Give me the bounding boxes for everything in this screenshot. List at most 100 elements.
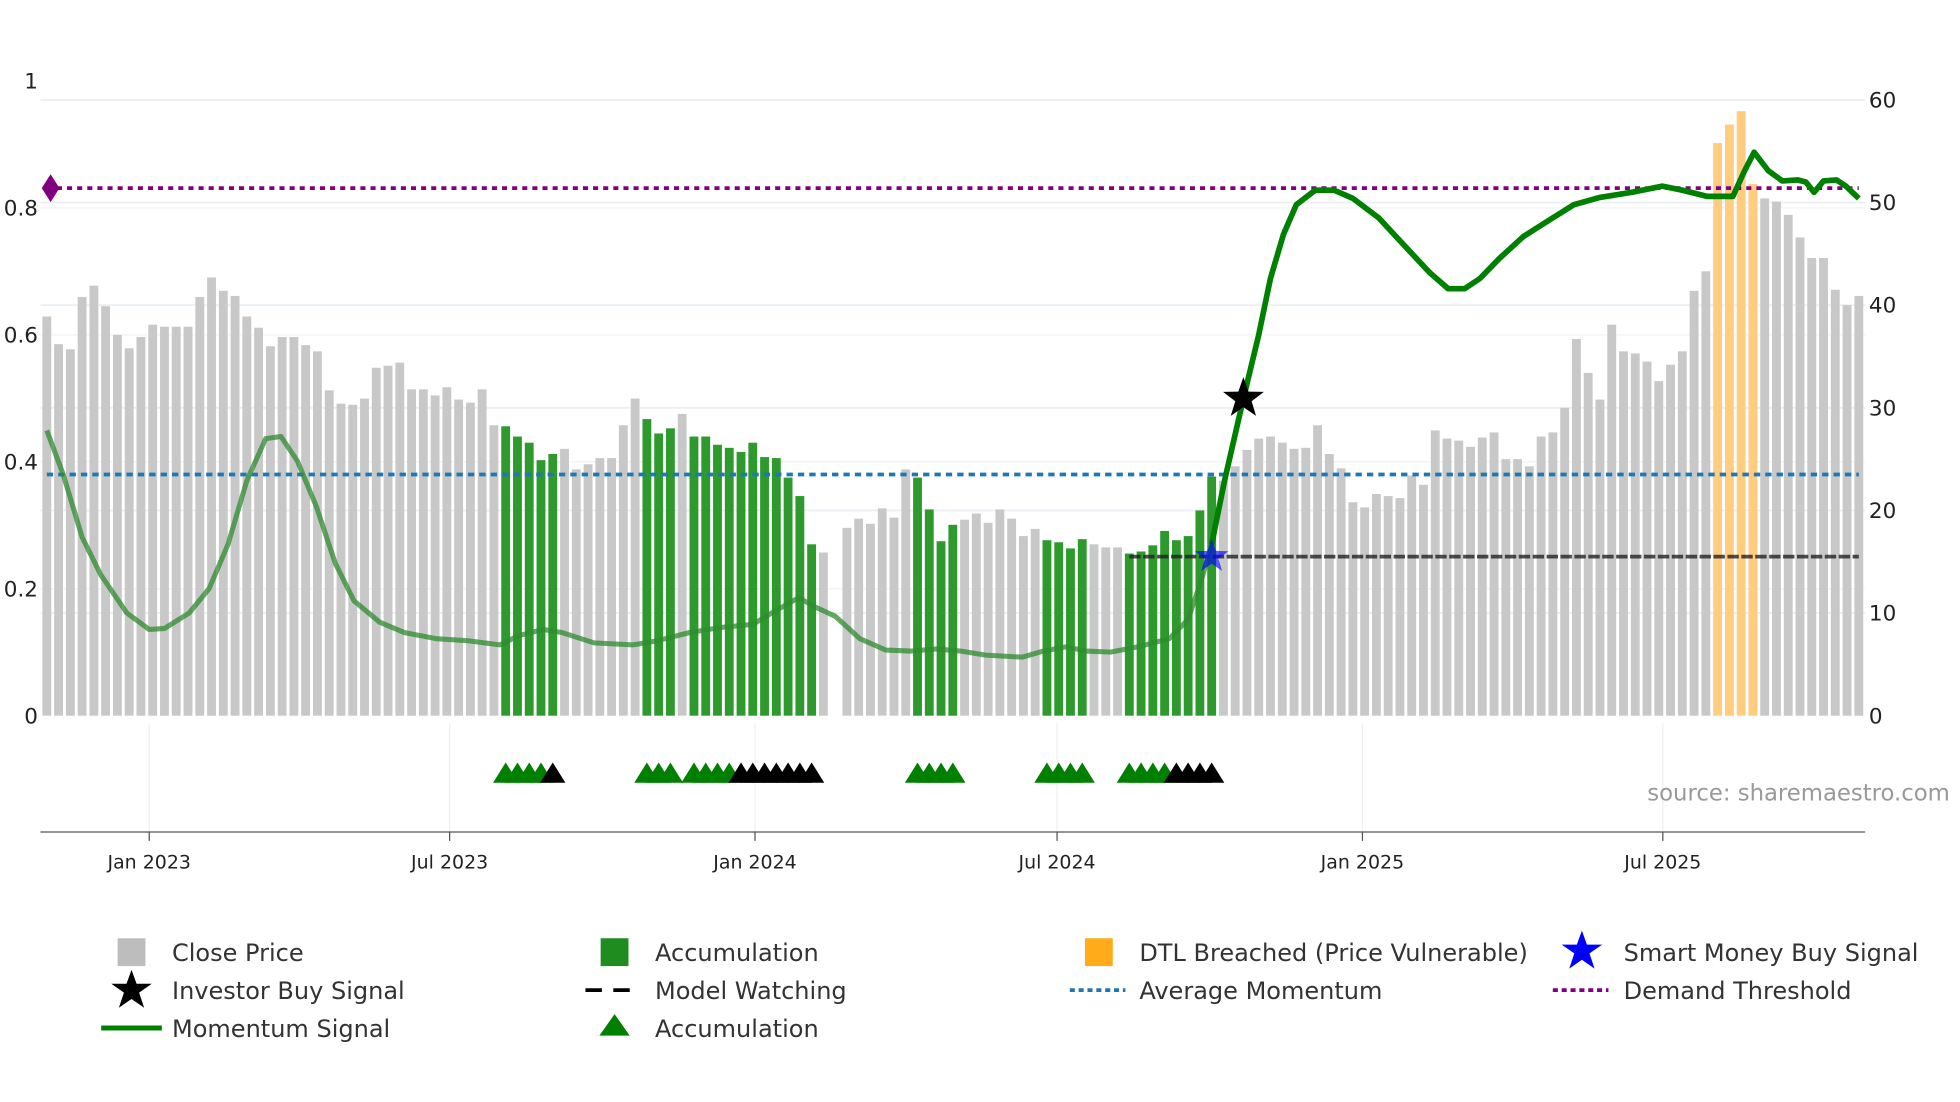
- close-price-bar: [1760, 198, 1770, 716]
- close-price-bar: [289, 336, 299, 716]
- close-price-bar: [1266, 436, 1275, 716]
- close-price-bar: [1807, 257, 1817, 716]
- close-price-bar: [430, 395, 440, 716]
- close-price-bar: [301, 345, 311, 716]
- close-price-bar: [818, 552, 828, 716]
- close-price-bar: [1371, 494, 1381, 716]
- legend-item-close-price: Close Price: [117, 938, 304, 967]
- legend-item-model-watching: Model Watching: [585, 977, 847, 1005]
- legend-item-accumulation-triangle: Accumulation: [599, 1014, 819, 1043]
- legend-label: Demand Threshold: [1624, 977, 1852, 1005]
- accumulation-bar: [1077, 539, 1087, 716]
- close-price-bar: [1666, 364, 1675, 716]
- grey-square-icon: [117, 938, 146, 967]
- close-price-bar: [971, 513, 981, 716]
- close-price-bar: [1101, 547, 1111, 716]
- close-price-bar: [313, 351, 322, 716]
- dtl-breached-bar: [1724, 124, 1734, 716]
- x-axis-tick-label: Jul 2024: [1017, 852, 1095, 874]
- close-price-bar: [1089, 544, 1099, 716]
- close-price-bar: [336, 403, 346, 716]
- close-price-bar: [1830, 289, 1840, 716]
- right-axis-tick-label: 50: [1869, 191, 1896, 216]
- orange-square-icon: [1084, 938, 1113, 967]
- close-price-bar: [1336, 468, 1346, 716]
- close-price-bar: [101, 306, 111, 716]
- close-price-bar: [442, 387, 452, 716]
- x-axis-tick-label: Jan 2024: [712, 852, 796, 874]
- accumulation-bar: [713, 444, 722, 716]
- close-price-bar: [1654, 381, 1664, 716]
- legend-label: Investor Buy Signal: [172, 977, 405, 1005]
- legend-label: Accumulation: [655, 1015, 819, 1043]
- close-price-bar: [1419, 484, 1428, 716]
- close-price-bar: [1254, 438, 1264, 716]
- legend-label: DTL Breached (Price Vulnerable): [1139, 939, 1528, 967]
- close-price-bar: [54, 344, 64, 716]
- close-price-bar: [371, 367, 381, 716]
- black-star-icon: [111, 969, 152, 1008]
- legend-item-dtl-breached: DTL Breached (Price Vulnerable): [1084, 938, 1528, 967]
- close-price-bar: [477, 389, 487, 716]
- close-price-bar: [1018, 536, 1028, 716]
- close-price-bar: [65, 349, 75, 716]
- legend-item-demand-threshold: Demand Threshold: [1552, 977, 1852, 1005]
- left-axis-tick-label: 0.4: [4, 450, 38, 475]
- accumulation-chart: 00.20.40.60.810102030405060Jan 2023 Jul 2…: [4, 70, 1950, 1043]
- close-price-bar: [1219, 480, 1228, 716]
- x-axis-tick-label: Jan 2025: [1320, 852, 1404, 874]
- accumulation-bar: [536, 460, 546, 716]
- close-price-bar: [89, 285, 99, 716]
- blue-star-icon: [1561, 930, 1603, 969]
- close-price-bar: [866, 523, 875, 716]
- close-price-bar: [489, 425, 499, 716]
- accumulation-bar: [1207, 476, 1217, 716]
- close-price-bar: [465, 402, 475, 716]
- close-price-bar: [42, 316, 52, 716]
- dtl-breached-bar: [1713, 143, 1723, 716]
- close-price-bar: [1313, 425, 1322, 716]
- close-price-bar: [207, 277, 216, 716]
- close-price-bar: [1466, 446, 1475, 716]
- close-price-bar: [242, 316, 252, 716]
- close-price-bar: [1689, 290, 1699, 716]
- close-price-bar: [901, 469, 911, 716]
- close-price-bar: [889, 517, 899, 716]
- close-price-bar: [677, 413, 687, 716]
- accumulation-bar: [701, 436, 711, 716]
- accumulation-bar: [1136, 551, 1146, 716]
- x-axis-tick-label: Jul 2025: [1623, 852, 1701, 874]
- close-price-bar: [1783, 214, 1793, 716]
- close-price-bar: [983, 522, 993, 716]
- close-price-bar: [1477, 437, 1487, 716]
- legend-label: Close Price: [172, 939, 304, 967]
- close-price-bar: [1854, 295, 1864, 716]
- close-price-bar: [112, 334, 122, 716]
- accumulation-bar: [524, 442, 534, 716]
- accumulation-bar: [1160, 530, 1170, 716]
- close-price-bar: [618, 425, 628, 716]
- close-price-bar: [630, 398, 640, 716]
- close-price-bar: [1619, 351, 1628, 716]
- close-price-bar: [1842, 305, 1852, 716]
- legend: Close Price Accumulation DTL Breached (P…: [101, 930, 1918, 1043]
- left-axis-tick-label: 0.6: [4, 323, 38, 348]
- close-price-bar: [277, 336, 287, 716]
- close-price-bar: [171, 326, 181, 716]
- close-price-bar: [1513, 459, 1523, 716]
- legend-item-smart-money: Smart Money Buy Signal: [1561, 930, 1918, 969]
- accumulation-bar: [748, 442, 758, 716]
- close-price-bar: [1360, 507, 1370, 716]
- accumulation-bar: [795, 496, 805, 716]
- accumulation-bar: [1148, 545, 1158, 716]
- close-price-bar: [77, 296, 87, 716]
- demand-threshold-diamond-icon: [41, 174, 60, 203]
- close-price-bar: [136, 336, 146, 716]
- close-price-bar: [1536, 436, 1546, 716]
- right-axis-tick-label: 40: [1869, 294, 1896, 319]
- x-axis-tick-label: Jul 2023: [410, 852, 488, 874]
- right-axis-tick-label: 20: [1869, 499, 1896, 524]
- green-triangle-icon: [599, 1014, 630, 1036]
- close-price-bar: [218, 290, 228, 716]
- close-price-bar: [124, 348, 134, 716]
